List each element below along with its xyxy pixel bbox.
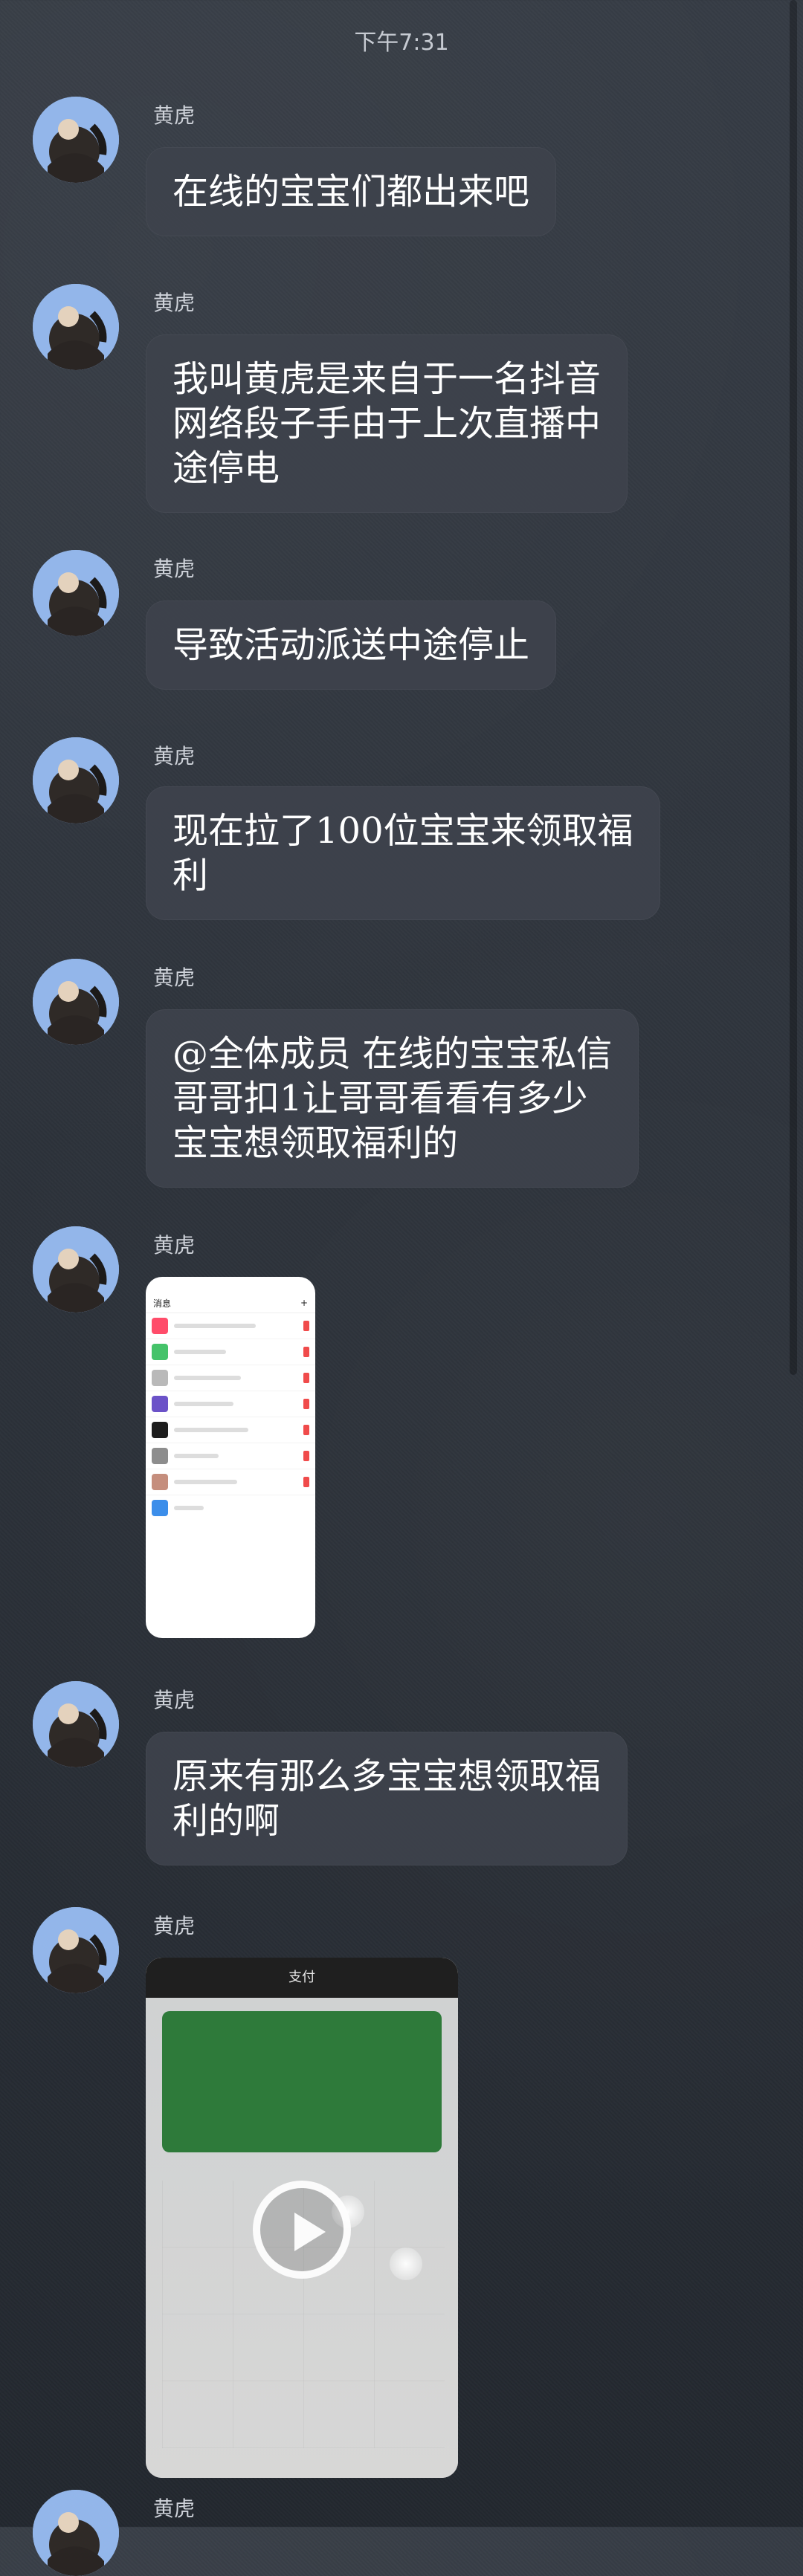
avatar[interactable]: [33, 737, 119, 823]
sender-name: 黄虎: [153, 103, 196, 128]
sender-name: 黄虎: [153, 744, 196, 768]
avatar-image: [33, 550, 119, 636]
avatar-image: [33, 1681, 119, 1767]
phone-title: 消息: [153, 1298, 172, 1309]
avatar-image: [33, 97, 119, 183]
video-thumbnail: 支付: [146, 1958, 458, 2478]
list-item: [146, 1469, 315, 1495]
list-item: [146, 1365, 315, 1391]
phone-screenshot: 消息 +: [146, 1277, 315, 1638]
sender-name: 黄虎: [153, 1233, 196, 1258]
avatar-image: [33, 737, 119, 823]
avatar[interactable]: [33, 1226, 119, 1313]
sender-name: 黄虎: [153, 965, 196, 990]
phone-statusbar: [146, 1277, 315, 1293]
sender-name: 黄虎: [153, 291, 196, 315]
avatar[interactable]: [33, 959, 119, 1045]
avatar-image: [33, 959, 119, 1045]
light-glint: [390, 2247, 422, 2280]
avatar-image: [33, 1226, 119, 1313]
image-attachment[interactable]: 消息 +: [146, 1277, 315, 1638]
video-title: 支付: [288, 1970, 315, 1985]
message-bubble[interactable]: @全体成员 在线的宝宝私信 哥哥扣1让哥哥看看有多少 宝宝想领取福利的: [146, 1009, 639, 1188]
avatar[interactable]: [33, 284, 119, 370]
list-item: [146, 1313, 315, 1339]
sender-name: 黄虎: [153, 1914, 196, 1938]
list-item: [146, 1417, 315, 1443]
avatar[interactable]: [33, 1907, 119, 1993]
avatar-image: [33, 284, 119, 370]
scroll-indicator[interactable]: [790, 0, 797, 1375]
list-item: [146, 1443, 315, 1469]
avatar-image: [33, 2490, 119, 2576]
status-time: 下午7:31: [354, 30, 449, 56]
video-green-card: [162, 2011, 442, 2152]
sender-name: 黄虎: [153, 557, 196, 581]
sender-name: 黄虎: [153, 2496, 196, 2521]
message-bubble[interactable]: 在线的宝宝们都出来吧: [146, 147, 557, 236]
avatar[interactable]: [33, 2490, 119, 2576]
list-item: [146, 1495, 315, 1521]
message-bubble[interactable]: 导致活动派送中途停止: [146, 601, 557, 690]
list-item: [146, 1339, 315, 1365]
avatar[interactable]: [33, 550, 119, 636]
avatar[interactable]: [33, 1681, 119, 1767]
play-icon[interactable]: [253, 2181, 351, 2279]
sender-name: 黄虎: [153, 1688, 196, 1712]
avatar-image: [33, 1907, 119, 1993]
video-attachment[interactable]: 支付: [146, 1958, 458, 2478]
plus-icon: +: [300, 1298, 308, 1308]
list-item: [146, 1391, 315, 1417]
message-bubble[interactable]: 我叫黄虎是来自于一名抖音 网络段子手由于上次直播中 途停电: [146, 334, 628, 513]
phone-header: 消息 +: [146, 1293, 315, 1313]
message-bubble[interactable]: 原来有那么多宝宝想领取福 利的啊: [146, 1732, 628, 1865]
avatar[interactable]: [33, 97, 119, 183]
message-bubble[interactable]: 现在拉了100位宝宝来领取福 利: [146, 786, 660, 920]
